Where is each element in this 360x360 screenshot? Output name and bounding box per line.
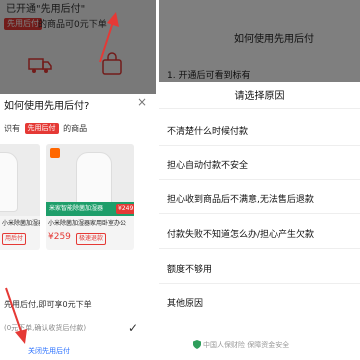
left-screen: 已开通"先用后付" 先用后付 的商品可0元下单 如何使用先用后付? × 识有 先… bbox=[0, 0, 156, 360]
product-tag: 用后付 bbox=[2, 233, 27, 245]
reason-option[interactable]: 其他原因 bbox=[167, 296, 203, 309]
product-card[interactable]: 米家智能除菌加湿器 ¥249 小米除菌加湿器家用卧室办公 ¥259 极速退款 bbox=[46, 144, 134, 250]
reason-option[interactable]: 担心自动付款不安全 bbox=[167, 158, 248, 171]
humidifier-image bbox=[0, 152, 18, 212]
product-name: 小米除菌加湿器家用卧室办公 bbox=[48, 220, 127, 227]
mi-logo-icon bbox=[50, 148, 60, 158]
dim-overlay bbox=[159, 0, 360, 82]
product-card[interactable]: 小米除菌加湿器家 用后付 bbox=[0, 144, 40, 250]
dialog-title: 请选择原因 bbox=[234, 91, 285, 102]
reason-option[interactable]: 付款失败不知道怎么办/担心产生欠款 bbox=[167, 227, 314, 240]
reason-dialog: 请选择原因 不清楚什么时候付款 担心自动付款不安全 担心收到商品后不满意,无法售… bbox=[159, 82, 360, 360]
divider bbox=[159, 248, 360, 249]
right-screen: 如何使用先用后付 1. 开通后可看到标有 请选择原因 不清楚什么时候付款 担心自… bbox=[159, 0, 360, 360]
close-pay-later-link[interactable]: 关闭先用后付 bbox=[28, 346, 70, 356]
shield-icon bbox=[193, 340, 201, 349]
step-line: 识有 先用后付 的商品 bbox=[4, 123, 87, 134]
divider bbox=[159, 108, 360, 109]
product-price: ¥259 bbox=[48, 232, 71, 242]
step-pill: 先用后付 bbox=[24, 123, 59, 134]
divider bbox=[159, 213, 360, 214]
insurance-footer: 中国人保财险 保障资金安全 bbox=[203, 341, 290, 349]
check-icon: ✓ bbox=[128, 321, 139, 335]
divider bbox=[159, 179, 360, 180]
reason-option[interactable]: 额度不够用 bbox=[167, 262, 212, 275]
product-tag: 极速退款 bbox=[76, 233, 107, 245]
reason-option[interactable]: 担心收到商品后不满意,无法售后退款 bbox=[167, 192, 314, 205]
product-photo bbox=[0, 144, 40, 216]
annotation-arrow bbox=[99, 12, 119, 63]
close-icon[interactable]: × bbox=[137, 95, 147, 109]
divider bbox=[159, 145, 360, 146]
annotation-arrow bbox=[5, 287, 27, 344]
step-prefix: 识有 bbox=[4, 124, 20, 133]
step-suffix: 的商品 bbox=[63, 124, 88, 133]
product-name: 小米除菌加湿器家 bbox=[2, 220, 40, 227]
reason-option[interactable]: 不清楚什么时候付款 bbox=[167, 124, 248, 137]
divider bbox=[159, 283, 360, 284]
promo-price-tag: ¥249 bbox=[116, 204, 134, 214]
sheet-title: 如何使用先用后付? bbox=[4, 101, 90, 112]
dim-overlay bbox=[0, 0, 156, 94]
